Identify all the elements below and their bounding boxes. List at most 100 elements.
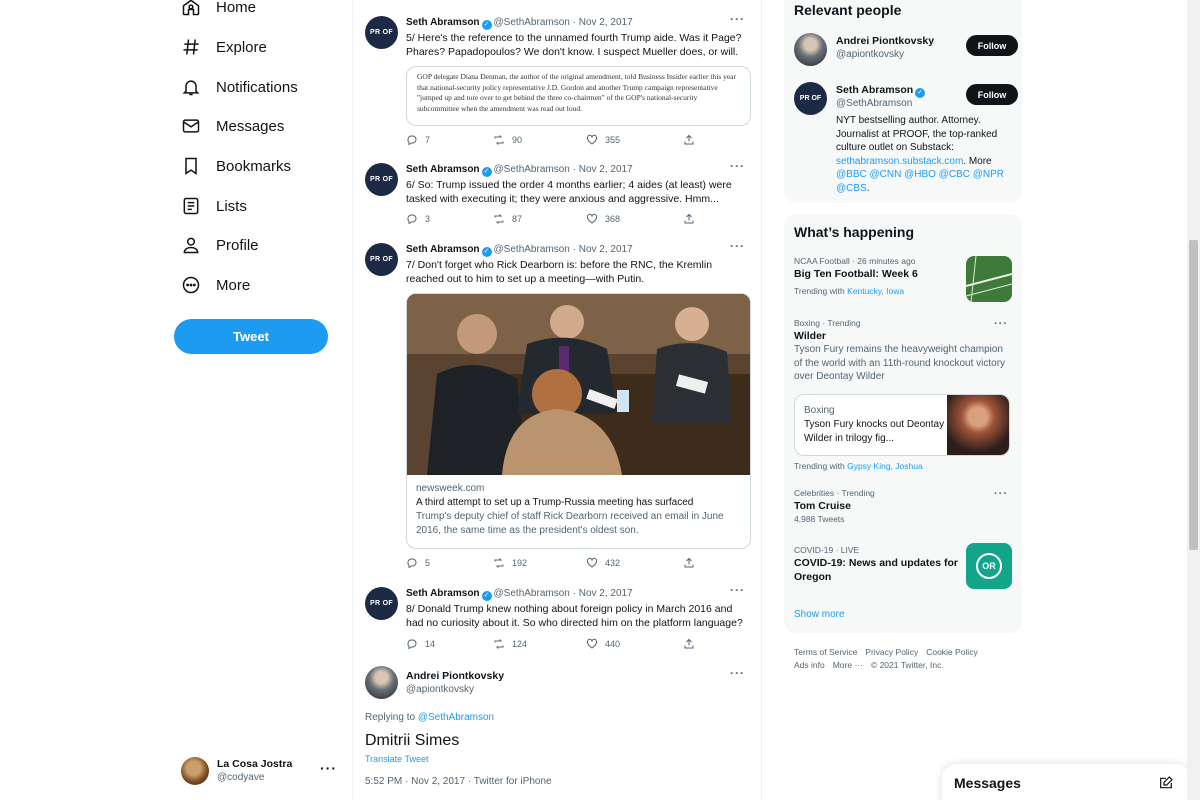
- nav-lists[interactable]: Lists: [180, 193, 247, 219]
- retweet-button[interactable]: 124: [493, 638, 527, 650]
- reply-icon: [407, 639, 417, 650]
- more-dots-icon[interactable]: ···: [730, 159, 745, 173]
- person-handle: @apiontkovsky: [836, 49, 904, 60]
- person-name[interactable]: Seth Abramson ✓: [836, 84, 927, 98]
- like-count: 432: [605, 558, 621, 568]
- avatar[interactable]: PR OF: [794, 82, 827, 115]
- more-dots-icon[interactable]: ···: [994, 488, 1008, 500]
- like-button[interactable]: 368: [586, 213, 620, 225]
- retweet-button[interactable]: 87: [493, 213, 522, 225]
- tweet-date[interactable]: · Nov 2, 2017: [573, 588, 633, 599]
- tweet-date[interactable]: · Nov 2, 2017: [573, 17, 633, 28]
- nav-messages-label: Messages: [216, 117, 285, 135]
- author-name[interactable]: Seth Abramson: [406, 164, 480, 175]
- page-scrollbar[interactable]: [1187, 0, 1200, 800]
- show-more-link[interactable]: Show more: [794, 609, 845, 620]
- retweet-button[interactable]: 192: [493, 557, 527, 569]
- share-button[interactable]: [683, 638, 695, 650]
- messages-drawer[interactable]: Messages: [942, 764, 1190, 800]
- new-message-icon[interactable]: [1158, 775, 1174, 791]
- footer-copyright: © 2021 Twitter, Inc.: [870, 660, 944, 670]
- link-card-photo: [407, 294, 750, 475]
- avatar[interactable]: PR OF: [365, 243, 398, 276]
- trend-item[interactable]: Boxing · Trending ··· Wilder Tyson Fury …: [794, 318, 1012, 384]
- more-dots-icon[interactable]: ···: [730, 12, 745, 26]
- reply-timestamp[interactable]: 5:52 PM · Nov 2, 2017 · Twitter for iPho…: [365, 776, 552, 787]
- person-name[interactable]: Andrei Piontkovsky: [836, 35, 934, 47]
- footer-terms[interactable]: Terms of Service: [794, 647, 857, 657]
- reply-button[interactable]: 7: [406, 134, 430, 146]
- author-name[interactable]: Andrei Piontkovsky: [406, 670, 504, 682]
- like-button[interactable]: 440: [586, 638, 620, 650]
- nav-notifications-label: Notifications: [216, 78, 298, 96]
- author-name[interactable]: Seth Abramson: [406, 244, 480, 255]
- tweet-actions: 5 192 432: [406, 557, 706, 571]
- share-icon: [684, 213, 694, 224]
- trend-item[interactable]: COVID-19 · LIVE COVID-19: News and updat…: [794, 543, 1012, 589]
- more-dots-icon[interactable]: ···: [730, 583, 745, 597]
- account-switcher[interactable]: La Cosa Jostra @codyave ···: [181, 756, 351, 786]
- more-dots-icon[interactable]: ···: [730, 239, 745, 253]
- verified-badge-icon: ✓: [481, 20, 492, 30]
- trend-category: Boxing · Trending: [794, 318, 861, 328]
- avatar[interactable]: [365, 666, 398, 699]
- avatar[interactable]: [794, 33, 827, 66]
- avatar[interactable]: PR OF: [365, 16, 398, 49]
- tweet-date[interactable]: · Nov 2, 2017: [573, 164, 633, 175]
- reply-button[interactable]: 3: [406, 213, 430, 225]
- verified-badge-icon: ✓: [481, 247, 492, 257]
- bio-link[interactable]: sethabramson.substack.com: [836, 156, 963, 167]
- footer-privacy[interactable]: Privacy Policy: [865, 647, 918, 657]
- link-domain: newsweek.com: [416, 483, 485, 494]
- author-name[interactable]: Seth Abramson: [406, 17, 480, 28]
- share-button[interactable]: [683, 557, 695, 569]
- footer-ads-info[interactable]: Ads info: [794, 660, 825, 670]
- more-dots-icon: ···: [320, 760, 337, 776]
- reply-button[interactable]: 14: [406, 638, 435, 650]
- scrollbar-thumb[interactable]: [1189, 240, 1198, 550]
- avatar[interactable]: PR OF: [365, 163, 398, 196]
- footer-more[interactable]: More ···: [833, 660, 863, 670]
- like-button[interactable]: 432: [586, 557, 620, 569]
- link-card[interactable]: newsweek.com A third attempt to set up a…: [406, 293, 751, 549]
- author-handle: @SethAbramson: [493, 164, 570, 175]
- trend-story-card[interactable]: Boxing Tyson Fury knocks out Deontay Wil…: [794, 394, 1010, 456]
- nav-notifications[interactable]: Notifications: [180, 74, 298, 100]
- like-button[interactable]: 355: [586, 134, 620, 146]
- trend-item[interactable]: NCAA Football · 26 minutes ago Big Ten F…: [794, 256, 1012, 302]
- share-button[interactable]: [683, 213, 695, 225]
- more-dots-icon[interactable]: ···: [730, 666, 745, 680]
- tweet-text: 6/ So: Trump issued the order 4 months e…: [406, 179, 732, 205]
- trend-count: 4,988 Tweets: [794, 514, 845, 524]
- reply-icon: [407, 214, 417, 225]
- reply-button[interactable]: 5: [406, 557, 430, 569]
- trend-title: Tom Cruise: [794, 500, 851, 512]
- trending-with-links[interactable]: Gypsy King, Joshua: [847, 461, 923, 471]
- trend-item[interactable]: Celebrities · Trending ··· Tom Cruise 4,…: [794, 488, 1012, 525]
- tweet-date[interactable]: · Nov 2, 2017: [573, 244, 633, 255]
- nav-explore[interactable]: Explore: [180, 34, 267, 60]
- tweet-button[interactable]: Tweet: [174, 319, 328, 354]
- more-dots-icon[interactable]: ···: [994, 318, 1008, 330]
- avatar[interactable]: PR OF: [365, 587, 398, 620]
- author-handle: @SethAbramson: [493, 244, 570, 255]
- retweet-button[interactable]: 90: [493, 134, 522, 146]
- nav-more[interactable]: More: [180, 272, 250, 298]
- follow-button[interactable]: Follow: [966, 84, 1018, 105]
- author-name[interactable]: Seth Abramson: [406, 588, 480, 599]
- follow-button[interactable]: Follow: [966, 35, 1018, 56]
- nav-messages[interactable]: Messages: [180, 113, 284, 139]
- panel-title: What’s happening: [794, 224, 915, 240]
- tweet-image[interactable]: GOP delegate Diana Denman, the author of…: [406, 66, 751, 126]
- translate-tweet-link[interactable]: Translate Tweet: [365, 754, 429, 764]
- trend-title: COVID-19: News and updates for Oregon: [794, 557, 958, 583]
- bio-mentions[interactable]: @BBC @CNN @HBO @CBC @NPR @CBS: [836, 169, 1004, 194]
- tweet-thread: PR OF Seth Abramson ✓ @SethAbramson · Nov …: [352, 0, 762, 800]
- footer-cookie[interactable]: Cookie Policy: [926, 647, 978, 657]
- nav-bookmarks[interactable]: Bookmarks: [180, 153, 291, 179]
- nav-home[interactable]: Home: [180, 0, 256, 20]
- share-icon: [684, 638, 694, 649]
- share-button[interactable]: [683, 134, 695, 146]
- nav-profile[interactable]: Profile: [180, 232, 259, 258]
- replying-to-link[interactable]: @SethAbramson: [418, 712, 494, 723]
